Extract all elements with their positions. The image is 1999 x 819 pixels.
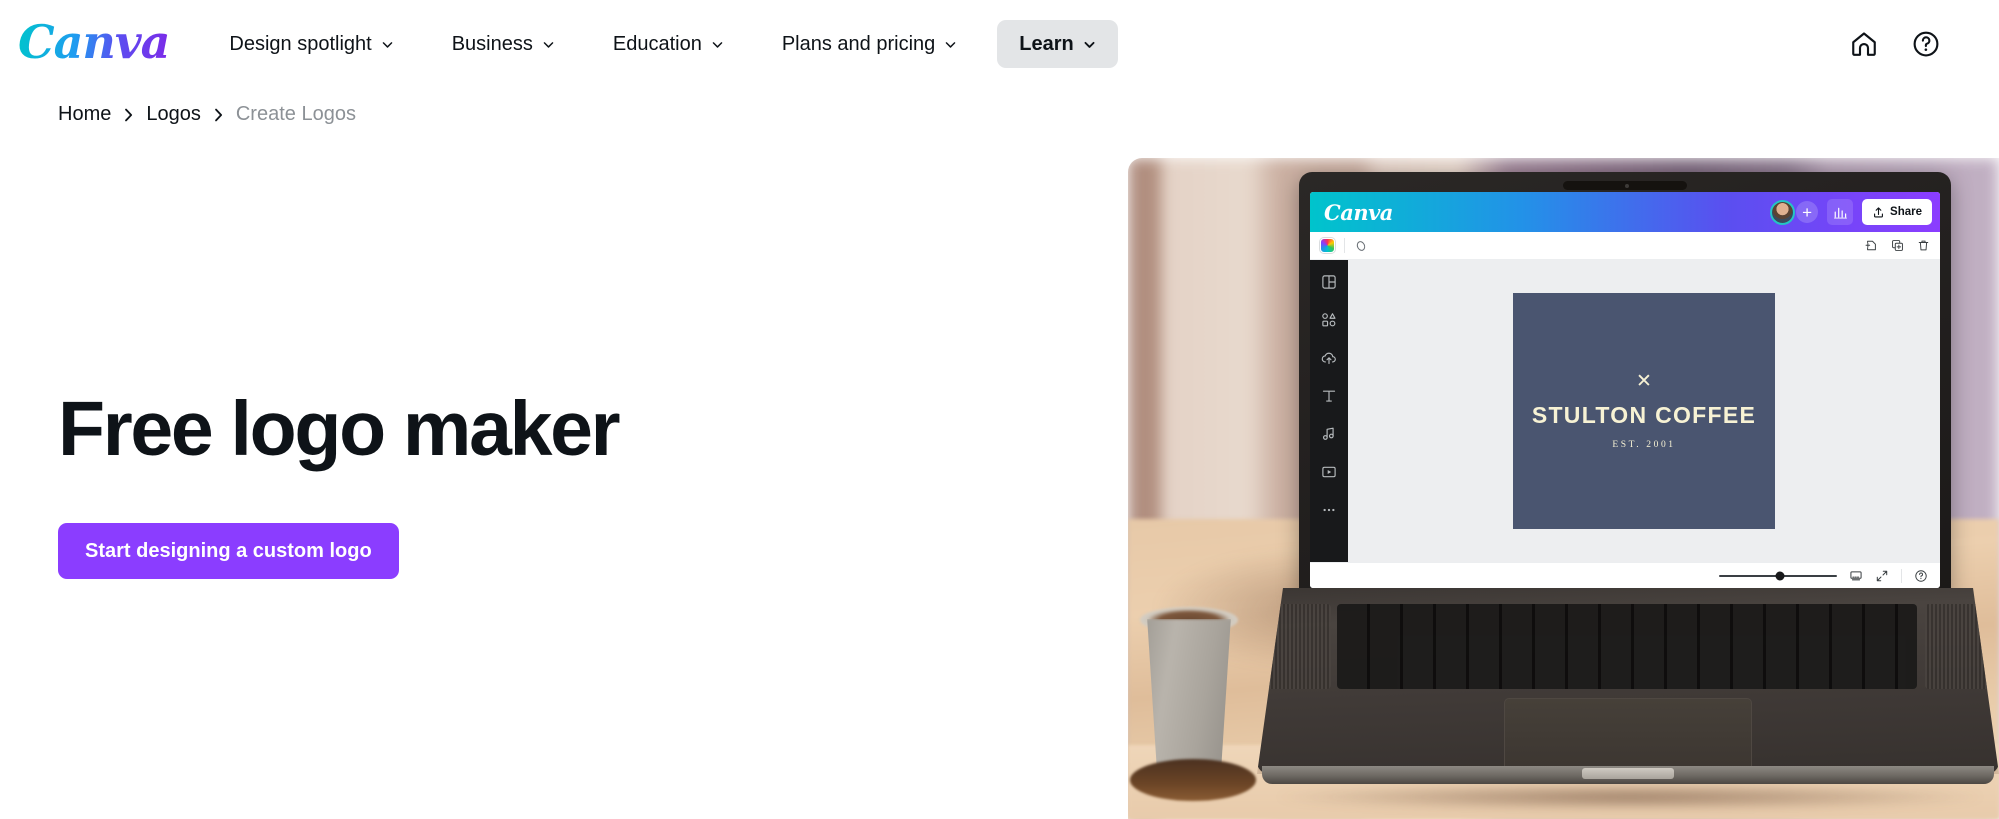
home-icon-glyph (1852, 32, 1876, 56)
templates-icon[interactable] (1321, 274, 1337, 290)
editor-canva-logo[interactable]: Canva (1324, 200, 1393, 225)
editor-canvas-area: ✕ STULTON COFFEE EST. 2001 (1348, 260, 1940, 562)
top-navigation-bar: Canva Design spotlight Business Educatio… (0, 0, 1999, 88)
text-icon[interactable] (1321, 388, 1337, 404)
canva-logo-maker-page: Canva Design spotlight Business Educatio… (0, 0, 1999, 819)
nav-item-learn[interactable]: Learn (997, 20, 1118, 68)
nav-item-label: Plans and pricing (781, 32, 936, 55)
pages-icon[interactable] (1849, 569, 1863, 583)
breadcrumb: Home Logos Create Logos (58, 103, 356, 126)
help-icon[interactable] (1909, 27, 1943, 61)
page-title: Free logo maker (58, 386, 621, 472)
nav-item-label: Business (451, 32, 533, 55)
zoom-slider[interactable] (1719, 571, 1837, 580)
avatar[interactable] (1770, 199, 1796, 225)
audio-icon[interactable] (1321, 426, 1337, 442)
nav-item-label: Design spotlight (229, 32, 372, 55)
canva-editor-screen: Canva + Share ✕ STULTON COFFEE EST. 2001 (1310, 192, 1940, 588)
breadcrumb-item-home[interactable]: Home (58, 103, 111, 126)
laptop-mockup: Canva + Share ✕ STULTON COFFEE EST. 2001 (1257, 164, 1999, 819)
nav-item-business[interactable]: Business (434, 20, 573, 68)
add-collaborator-icon[interactable]: + (1796, 201, 1819, 223)
chevron-down-icon (712, 41, 723, 48)
fullscreen-icon[interactable] (1875, 569, 1889, 583)
canva-logo[interactable]: Canva (16, 15, 170, 69)
nav-right-icons (1847, 27, 1943, 61)
add-page-icon[interactable] (1865, 239, 1878, 252)
logo-design[interactable]: ✕ STULTON COFFEE EST. 2001 (1513, 293, 1775, 529)
transparency-icon[interactable] (1354, 239, 1368, 253)
uploads-icon[interactable] (1321, 350, 1337, 366)
chevron-down-icon (945, 41, 956, 48)
editor-toolbar (1310, 232, 1940, 260)
editor-bottom-bar (1310, 562, 1940, 588)
share-button-label: Share (1890, 206, 1922, 218)
delete-page-icon[interactable] (1917, 239, 1930, 252)
share-button[interactable]: Share (1862, 199, 1932, 225)
help-icon-glyph (1913, 31, 1939, 57)
laptop-speaker-right (1925, 604, 1991, 689)
chevron-right-icon (125, 108, 133, 121)
editor-top-bar: Canva + Share (1310, 192, 1940, 232)
chevron-right-icon (214, 108, 222, 121)
laptop-deck (1257, 588, 1999, 774)
home-icon[interactable] (1847, 27, 1881, 61)
zoom-slider-knob[interactable] (1775, 571, 1785, 580)
laptop-keyboard (1337, 604, 1917, 689)
insights-icon[interactable] (1827, 199, 1854, 225)
editor-body: ✕ STULTON COFFEE EST. 2001 (1310, 260, 1940, 562)
videos-icon[interactable] (1321, 464, 1337, 480)
toolbar-divider (1344, 238, 1345, 253)
laptop-speaker-left (1265, 604, 1331, 689)
laptop-front-notch (1582, 768, 1674, 779)
chevron-down-icon (543, 41, 554, 48)
bottom-bar-divider (1901, 568, 1902, 583)
nav-item-plans-and-pricing[interactable]: Plans and pricing (764, 20, 975, 68)
laptop-shadow (1277, 784, 1983, 810)
logo-established-text: EST. 2001 (1612, 440, 1676, 450)
insights-icon-glyph (1833, 207, 1847, 219)
laptop-screen-lid: Canva + Share ✕ STULTON COFFEE EST. 2001 (1299, 172, 1951, 600)
editor-sidebar (1310, 260, 1348, 562)
canva-logo-text: Canva (18, 15, 170, 69)
start-designing-button[interactable]: Start designing a custom logo (58, 523, 399, 579)
chevron-down-icon (1084, 41, 1095, 48)
nav-item-label: Education (612, 32, 702, 55)
share-icon (1874, 206, 1883, 217)
editor-toolbar-right (1865, 239, 1930, 252)
laptop-camera-notch (1563, 181, 1687, 190)
nav-item-design-spotlight[interactable]: Design spotlight (211, 20, 411, 68)
nav-item-education[interactable]: Education (595, 20, 742, 68)
editor-top-bar-actions: + Share (1770, 199, 1932, 225)
duplicate-page-icon[interactable] (1891, 239, 1904, 252)
nav-items: Design spotlight Business Education Plan… (211, 20, 1118, 68)
laptop-base (1257, 588, 1999, 810)
hero-image: Canva + Share ✕ STULTON COFFEE EST. 2001 (1128, 158, 1999, 819)
chevron-down-icon (382, 41, 393, 48)
nav-item-label: Learn (1019, 32, 1074, 55)
laptop-trackpad (1504, 698, 1752, 772)
logo-brand-name: STULTON COFFEE (1531, 402, 1757, 428)
breadcrumb-item-logos[interactable]: Logos (146, 103, 201, 126)
breadcrumb-item-create-logos: Create Logos (235, 103, 356, 125)
mug-coaster (1130, 759, 1256, 801)
color-swatch[interactable] (1320, 238, 1335, 253)
help-icon[interactable] (1914, 569, 1928, 583)
more-icon[interactable] (1321, 502, 1337, 518)
elements-icon[interactable] (1321, 312, 1337, 328)
logo-mark-icon: ✕ (1636, 371, 1652, 392)
